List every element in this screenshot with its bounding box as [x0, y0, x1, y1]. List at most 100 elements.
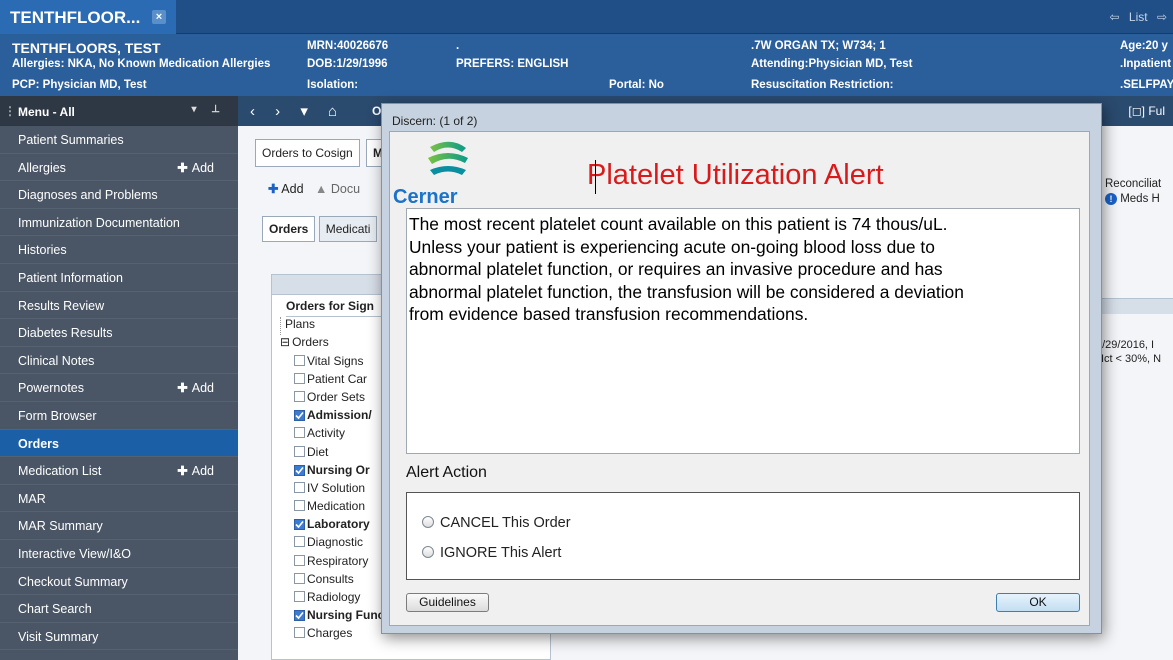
sidebar-item-label: Powernotes	[18, 381, 85, 396]
sidebar-item-form-browser[interactable]: Form Browser	[0, 402, 238, 430]
checkbox-icon[interactable]	[294, 554, 305, 566]
checkbox-icon[interactable]	[294, 372, 305, 384]
sidebar-item-visit-summary[interactable]: Visit Summary	[0, 623, 238, 651]
right-grid-header	[1097, 298, 1173, 314]
tree-row-label: Order Sets	[307, 389, 366, 404]
sidebar-item-label: Immunization Documentation	[18, 215, 180, 230]
tree-row-label: Diet	[307, 444, 329, 459]
checkbox-icon[interactable]	[294, 591, 305, 602]
sidebar-item-patient-summaries[interactable]: Patient Summaries	[0, 126, 238, 154]
plus-icon: ✚	[177, 160, 188, 175]
checkbox-icon[interactable]	[294, 354, 305, 366]
sidebar-item-label: Checkout Summary	[18, 574, 128, 589]
checkbox-icon[interactable]	[294, 445, 305, 457]
add-label: Add	[191, 160, 214, 175]
tree-row-label: Vital Signs	[307, 353, 364, 368]
message-line: Unless your patient is experiencing acut…	[409, 236, 935, 257]
right-grid-rows: 1/29/2016, I Hct < 30%, N	[1096, 338, 1161, 366]
subtab-medication[interactable]: Medicati	[318, 216, 378, 242]
language-info: PREFERS: ENGLISH	[456, 58, 569, 70]
sidebar-item-diagnoses-and-problems[interactable]: Diagnoses and Problems	[0, 181, 238, 209]
menu-list: Patient Summaries Allergies ✚ Add Diagnoses …	[0, 126, 238, 651]
add-button[interactable]: ✚ Add	[177, 463, 214, 478]
orders-toolbar: ✚ Add ▲ Docu	[268, 181, 360, 196]
checkbox-icon[interactable]	[294, 536, 305, 548]
navigation-icons[interactable]: ‹ › ▾ ⌂	[250, 102, 345, 120]
meds-history-link[interactable]: ! Meds H	[1105, 193, 1173, 205]
sidebar-item-mar[interactable]: MAR	[0, 485, 238, 513]
tree-row-label: Laboratory	[307, 517, 370, 532]
message-line: abnormal platelet function, the transfus…	[409, 281, 964, 302]
guidelines-button[interactable]: Guidelines	[406, 593, 489, 612]
sidebar-item-patient-information[interactable]: Patient Information	[0, 264, 238, 292]
sidebar-item-diabetes-results[interactable]: Diabetes Results	[0, 319, 238, 347]
sidebar-item-allergies[interactable]: Allergies ✚ Add	[0, 154, 238, 182]
patient-name[interactable]: TENTHFLOORS, TEST	[12, 40, 161, 56]
tree-row-label: Patient Car	[307, 371, 368, 386]
alert-action-group: CANCEL This Order IGNORE This Alert	[406, 492, 1080, 580]
collapse-icon[interactable]: ⊟	[280, 335, 290, 349]
ignore-alert-label[interactable]: IGNORE This Alert	[440, 545, 561, 561]
checkbox-icon[interactable]	[294, 390, 305, 402]
radio-icon[interactable]	[422, 546, 434, 558]
add-label: Add	[191, 464, 214, 479]
sidebar-item-medication-list[interactable]: Medication List ✚ Add	[0, 457, 238, 485]
checkbox-icon[interactable]	[294, 519, 305, 531]
list-label[interactable]: List	[1129, 10, 1148, 24]
sidebar-item-histories[interactable]: Histories	[0, 236, 238, 264]
info-icon: !	[1105, 193, 1117, 205]
alert-message: The most recent platelet count available…	[406, 208, 1080, 454]
reconciliation-label: Reconciliat	[1105, 178, 1162, 190]
tree-row-label: Admission/	[307, 408, 372, 423]
tree-row-label: Activity	[307, 426, 346, 441]
sidebar-item-interactive-view-i-o[interactable]: Interactive View/I&O	[0, 540, 238, 568]
add-button[interactable]: ✚ Add	[177, 160, 214, 175]
sidebar-item-label: Orders	[18, 436, 59, 451]
sidebar-item-mar-summary[interactable]: MAR Summary	[0, 512, 238, 540]
cerner-logo-text: Cerner	[393, 186, 458, 208]
sidebar-item-label: Patient Summaries	[18, 133, 124, 147]
sidebar-item-chart-search[interactable]: Chart Search	[0, 595, 238, 623]
add-label: Add	[191, 381, 214, 396]
sidebar-item-orders[interactable]: Orders	[0, 429, 238, 458]
add-button[interactable]: Add	[281, 182, 303, 196]
menu-title: Menu - All	[18, 105, 75, 119]
grip-icon[interactable]: ⋮	[4, 104, 16, 118]
patient-tab[interactable]: TENTHFLOOR... ×	[0, 0, 176, 34]
tree-row-label: Orders for Sign	[286, 299, 375, 313]
cancel-order-label[interactable]: CANCEL This Order	[440, 515, 571, 531]
ok-button[interactable]: OK	[996, 593, 1080, 612]
sidebar-item-immunization-documentation[interactable]: Immunization Documentation	[0, 209, 238, 237]
add-button[interactable]: ✚ Add	[177, 380, 214, 395]
tree-row-label: Diagnostic	[307, 535, 364, 550]
ignore-alert-radio[interactable]: IGNORE This Alert	[422, 545, 561, 561]
list-forward-icon[interactable]: ⇨	[1157, 10, 1167, 24]
subtab-orders[interactable]: Orders	[262, 216, 316, 242]
checkbox-icon[interactable]	[294, 464, 305, 476]
sidebar-item-checkout-summary[interactable]: Checkout Summary	[0, 568, 238, 596]
checkbox-icon[interactable]	[294, 610, 305, 622]
close-tab-icon[interactable]: ×	[152, 10, 166, 24]
tab-orders-to-cosign[interactable]: Orders to Cosign	[255, 139, 360, 167]
checkbox-icon[interactable]	[294, 572, 305, 584]
document-button[interactable]: Docu	[331, 182, 360, 196]
patient-tab-label: TENTHFLOOR...	[10, 8, 141, 27]
sidebar-item-clinical-notes[interactable]: Clinical Notes	[0, 347, 238, 375]
checkbox-icon[interactable]	[294, 410, 305, 422]
checkbox-icon[interactable]	[294, 500, 305, 512]
radio-icon[interactable]	[422, 516, 434, 528]
resuscitation-info: Resuscitation Restriction:	[751, 79, 894, 91]
cancel-order-radio[interactable]: CANCEL This Order	[422, 515, 571, 531]
tab-strip: TENTHFLOOR... × ⇦ List ⇨	[0, 0, 1173, 34]
sidebar-item-powernotes[interactable]: Powernotes ✚ Add	[0, 374, 238, 402]
checkbox-icon[interactable]	[294, 481, 305, 493]
allergies-info: Allergies: NKA, No Known Medication Alle…	[12, 58, 271, 70]
list-back-icon[interactable]: ⇦	[1110, 10, 1120, 24]
full-screen-button[interactable]: [◻] Ful	[1128, 104, 1165, 118]
menu-pin-icon[interactable]: ▾ ⊥	[191, 104, 226, 115]
checkbox-icon[interactable]	[294, 427, 305, 439]
sidebar-item-results-review[interactable]: Results Review	[0, 292, 238, 320]
checkbox-icon[interactable]	[294, 627, 305, 639]
tree-row-label: Medication	[307, 499, 366, 514]
mrn-info: MRN:40026676	[307, 40, 389, 52]
